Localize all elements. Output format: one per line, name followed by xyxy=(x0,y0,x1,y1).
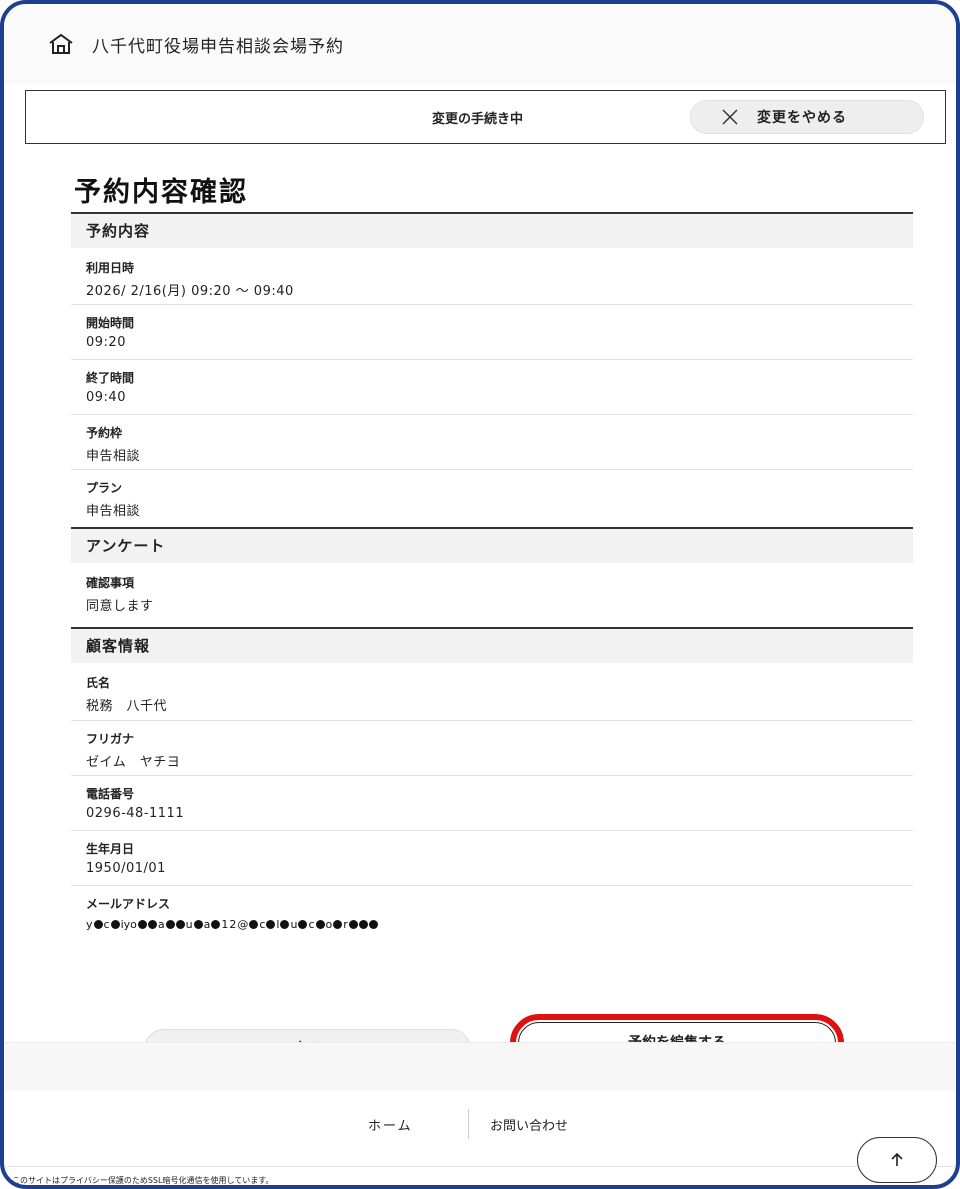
section-heading-customer: 顧客情報 xyxy=(71,627,913,663)
cancel-change-label: 変更をやめる xyxy=(757,110,847,126)
browser-frame: 八千代町役場申告相談会場予約 変更の手続き中 変更をやめる 予約内容確認 予約内… xyxy=(0,0,960,1189)
field-value: 税務 八千代 xyxy=(86,699,168,714)
field-label: プラン xyxy=(86,481,123,495)
field-value: 09:40 xyxy=(86,390,126,405)
field-label: 確認事項 xyxy=(86,576,135,590)
field-value: 申告相談 xyxy=(86,449,141,464)
field-phone: 電話番号 0296-48-1111 xyxy=(71,776,913,831)
field-value: ゼイム ヤチヨ xyxy=(86,755,181,770)
field-value: 09:20 xyxy=(86,335,126,350)
footer-band xyxy=(4,1042,956,1091)
redacted-email-value: y c iyo a u a 1 2 @ c l u c o r xyxy=(86,912,913,931)
change-status-text: 変更の手続き中 xyxy=(432,112,524,127)
scroll-top-button[interactable] xyxy=(857,1137,937,1183)
field-label: メールアドレス xyxy=(86,897,171,911)
ssl-note: このサイトはプライバシー保護のためSSL暗号化通信を使用しています。 xyxy=(12,1176,274,1185)
field-label: 生年月日 xyxy=(86,842,135,856)
cancel-change-button[interactable]: 変更をやめる xyxy=(690,100,924,134)
field-end-time: 終了時間 09:40 xyxy=(71,360,913,415)
field-label: 終了時間 xyxy=(86,371,135,385)
field-plan: プラン 申告相談 xyxy=(71,470,913,527)
field-start-time: 開始時間 09:20 xyxy=(71,305,913,360)
field-label: 利用日時 xyxy=(86,261,135,275)
field-name: 氏名 税務 八千代 xyxy=(71,665,913,721)
field-value: 1950/01/01 xyxy=(86,861,166,876)
field-birthdate: 生年月日 1950/01/01 xyxy=(71,831,913,886)
field-datetime: 利用日時 2026/ 2/16(月) 09:20 ～ 09:40 xyxy=(71,250,913,305)
site-title[interactable]: 八千代町役場申告相談会場予約 xyxy=(92,32,344,57)
field-slot: 予約枠 申告相談 xyxy=(71,415,913,470)
field-furigana: フリガナ ゼイム ヤチヨ xyxy=(71,721,913,776)
field-label: 電話番号 xyxy=(86,787,135,801)
footer-links: ホーム お問い合わせ xyxy=(4,1109,956,1139)
field-label: 予約枠 xyxy=(86,426,123,440)
field-value: 2026/ 2/16(月) 09:20 ～ 09:40 xyxy=(86,284,294,299)
close-icon xyxy=(722,109,738,125)
footer-divider-line xyxy=(4,1166,956,1167)
arrow-up-icon xyxy=(891,1152,903,1166)
footer-divider xyxy=(468,1109,469,1139)
change-status-bar: 変更の手続き中 変更をやめる xyxy=(25,90,946,144)
section-heading-reservation: 予約内容 xyxy=(71,212,913,248)
field-label: 開始時間 xyxy=(86,316,135,330)
footer-contact-link[interactable]: お問い合わせ xyxy=(490,1115,568,1134)
field-value: 申告相談 xyxy=(86,504,141,519)
home-icon[interactable] xyxy=(48,33,74,55)
footer-home-link[interactable]: ホーム xyxy=(368,1115,413,1134)
field-label: 氏名 xyxy=(86,676,111,690)
field-confirmation: 確認事項 同意します xyxy=(71,565,913,627)
site-header: 八千代町役場申告相談会場予約 xyxy=(4,4,956,84)
field-value: 0296-48-1111 xyxy=(86,806,185,821)
field-email: メールアドレス y c iyo a u a 1 2 @ c l u c o r xyxy=(71,886,913,941)
section-heading-survey: アンケート xyxy=(71,527,913,563)
page-title: 予約内容確認 xyxy=(74,177,248,208)
field-value: 同意します xyxy=(86,599,154,614)
field-label: フリガナ xyxy=(86,732,135,746)
